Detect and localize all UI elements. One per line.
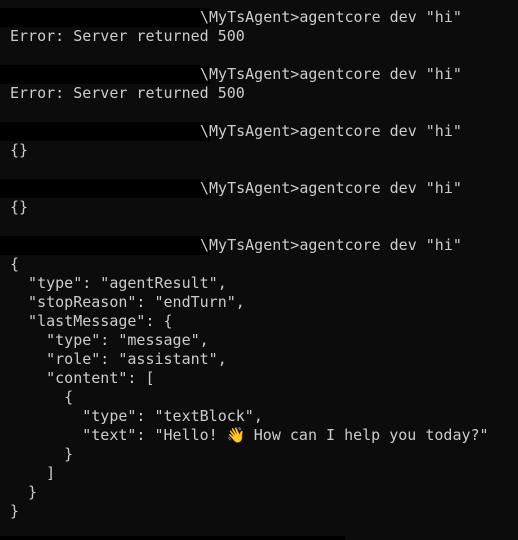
json-line: { <box>10 388 74 406</box>
json-line: } <box>10 502 20 520</box>
empty-json-output: {} <box>10 141 29 159</box>
json-line: "type": "message", <box>10 331 209 349</box>
json-text-line: "text": "Hello! 👋 How can I help you tod… <box>10 426 515 445</box>
terminal-window[interactable]: \MyTsAgent>agentcore dev "hi" Error: Ser… <box>0 0 518 540</box>
redacted-path <box>0 179 210 198</box>
command-line: \MyTsAgent>agentcore dev "hi" <box>0 65 515 84</box>
terminal-output: \MyTsAgent>agentcore dev "hi" Error: Ser… <box>0 8 515 521</box>
json-line: "stopReason": "endTurn", <box>10 293 245 311</box>
waving-hand-icon: 👋 <box>226 426 246 444</box>
command-text: \MyTsAgent>agentcore dev "hi" <box>200 236 462 254</box>
text-prefix: "text": "Hello! <box>10 426 227 444</box>
json-line: { <box>10 255 20 273</box>
redacted-path <box>0 8 210 27</box>
text-suffix: How can I help you today?" <box>244 426 489 444</box>
json-line: "role": "assistant", <box>10 350 227 368</box>
error-output: Error: Server returned 500 <box>10 84 245 102</box>
json-line: "content": [ <box>10 369 155 387</box>
redacted-path <box>0 122 210 141</box>
command-text: \MyTsAgent>agentcore dev "hi" <box>200 179 462 197</box>
command-text: \MyTsAgent>agentcore dev "hi" <box>200 8 462 26</box>
command-line: \MyTsAgent>agentcore dev "hi" <box>0 8 515 27</box>
json-line: } <box>10 483 38 501</box>
command-line: \MyTsAgent>agentcore dev "hi" <box>0 122 515 141</box>
redacted-bottom-strip <box>0 536 345 540</box>
empty-json-output: {} <box>10 198 29 216</box>
json-line: "type": "textBlock", <box>10 407 263 425</box>
redacted-path <box>0 236 210 255</box>
command-text: \MyTsAgent>agentcore dev "hi" <box>200 65 462 83</box>
redacted-path <box>0 65 210 84</box>
json-line: ] <box>10 464 56 482</box>
json-line: "lastMessage": { <box>10 312 173 330</box>
command-text: \MyTsAgent>agentcore dev "hi" <box>200 122 462 140</box>
error-output: Error: Server returned 500 <box>10 27 245 45</box>
json-line: } <box>10 445 74 463</box>
json-line: "type": "agentResult", <box>10 274 227 292</box>
command-line: \MyTsAgent>agentcore dev "hi" <box>0 179 515 198</box>
command-line: \MyTsAgent>agentcore dev "hi" <box>0 236 515 255</box>
